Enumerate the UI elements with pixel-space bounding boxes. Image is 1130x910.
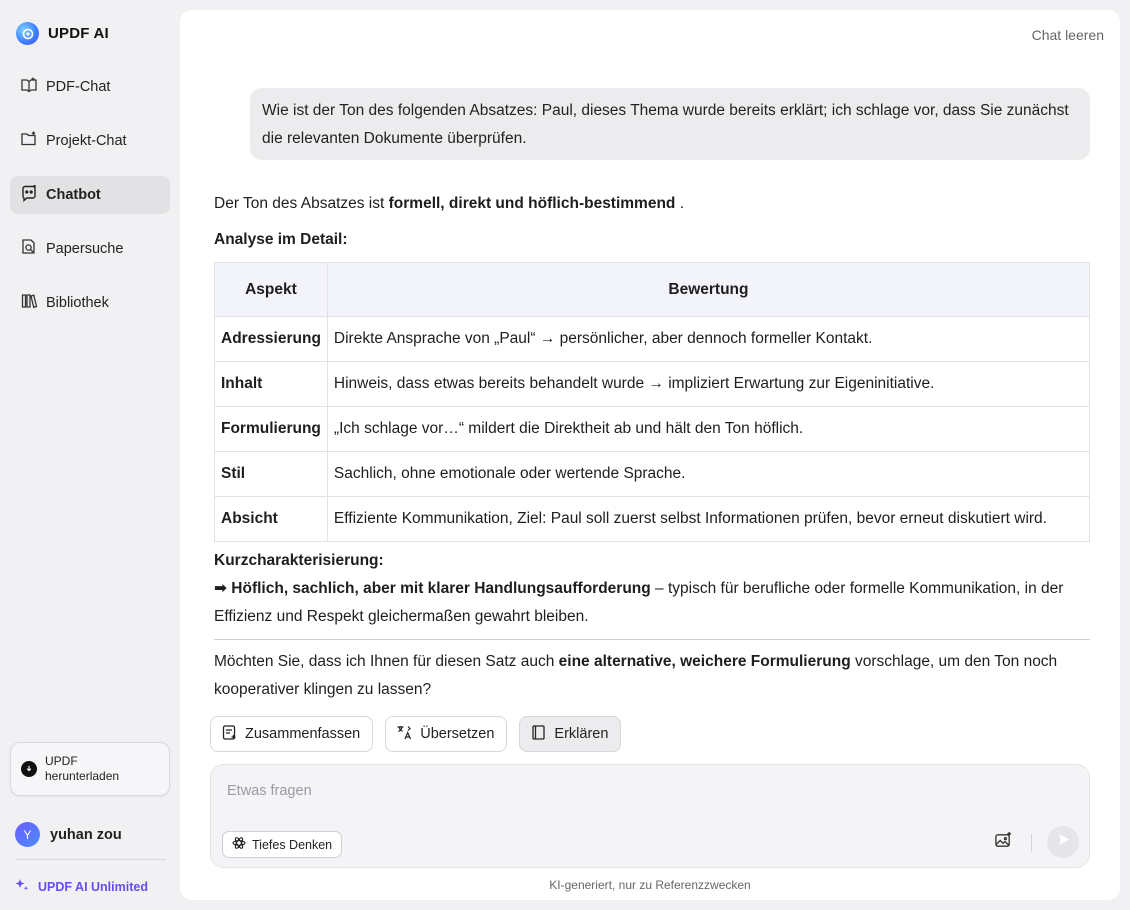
updf-logo-icon (16, 22, 39, 45)
composer-divider (1031, 834, 1032, 852)
table-row: Stil Sachlich, ohne emotionale oder wert… (214, 451, 1091, 497)
unlimited-label: UPDF AI Unlimited (38, 879, 148, 894)
download-label: UPDF herunterladen (45, 754, 120, 783)
rating-cell: „Ich schlage vor…“ mildert die Direkthei… (326, 406, 1091, 452)
book-open-icon (20, 76, 38, 98)
rating-cell: Sachlich, ohne emotionale oder wertende … (326, 451, 1091, 497)
avatar: Y (15, 822, 40, 847)
translate-icon (396, 724, 413, 745)
answer-lead: Der Ton des Absatzes ist formell, direkt… (214, 190, 1090, 218)
sidebar-item-label: Projekt-Chat (46, 133, 127, 149)
sidebar-divider (15, 859, 166, 860)
lead-end: . (675, 195, 685, 212)
user-message-bubble: Wie ist der Ton des folgenden Absatzes: … (250, 88, 1090, 160)
rating-cell: Direkte Ansprache von „Paul“ → persönlic… (326, 316, 1091, 362)
deep-think-toggle[interactable]: Tiefes Denken (222, 831, 343, 858)
sidebar-item-bibliothek[interactable]: Bibliothek (10, 284, 170, 322)
library-icon (20, 292, 38, 314)
table-row: Absicht Effiziente Kommunikation, Ziel: … (214, 496, 1091, 542)
follow-up-question: Möchten Sie, dass ich Ihnen für diesen S… (214, 648, 1090, 700)
table-header-row: Aspekt Bewertung (214, 262, 1091, 317)
send-icon (1056, 832, 1071, 852)
summary-bold: ➡ Höflich, sachlich, aber mit klarer Han… (214, 580, 651, 597)
sidebar-item-label: Chatbot (46, 187, 101, 203)
table-row: Formulierung „Ich schlage vor…“ mildert … (214, 406, 1091, 452)
book-icon (530, 724, 547, 745)
download-icon (21, 761, 37, 777)
answer-divider (214, 639, 1090, 640)
chat-panel: Chat leeren Wie ist der Ton des folgende… (180, 10, 1120, 900)
sidebar-nav: PDF-Chat Projekt-Chat Chatbot Papersuche… (10, 68, 170, 338)
explain-label: Erklären (554, 726, 609, 742)
aspect-cell: Stil (214, 451, 328, 497)
lead-bold: formell, direkt und höflich-bestimmend (388, 195, 676, 212)
sidebar-item-label: Papersuche (46, 241, 124, 257)
sidebar-item-projekt-chat[interactable]: Projekt-Chat (10, 122, 170, 160)
upgrade-unlimited-link[interactable]: UPDF AI Unlimited (14, 877, 148, 896)
summarize-button[interactable]: Zusammenfassen (210, 716, 374, 752)
chat-input[interactable] (227, 779, 987, 803)
brand-name: UPDF AI (48, 25, 109, 42)
translate-label: Übersetzen (420, 726, 495, 742)
question-bold: eine alternative, weichere Formulierung (558, 653, 851, 670)
image-upload-button[interactable] (991, 831, 1015, 855)
brand[interactable]: UPDF AI (16, 22, 109, 45)
assistant-answer: Der Ton des Absatzes ist formell, direkt… (214, 190, 1091, 700)
sidebar-item-label: PDF-Chat (46, 79, 111, 95)
sidebar-item-pdf-chat[interactable]: PDF-Chat (10, 68, 170, 106)
aspect-cell: Inhalt (214, 361, 328, 407)
summary-text: ➡ Höflich, sachlich, aber mit klarer Han… (214, 575, 1090, 631)
user-name: yuhan zou (50, 826, 122, 843)
translate-button[interactable]: Übersetzen (385, 716, 508, 752)
clear-chat-button[interactable]: Chat leeren (1032, 27, 1104, 43)
rating-cell: Effiziente Kommunikation, Ziel: Paul sol… (326, 496, 1091, 542)
quick-actions: Zusammenfassen Übersetzen Erklären (210, 716, 622, 752)
chatbot-icon (20, 184, 38, 206)
summarize-label: Zusammenfassen (245, 726, 361, 742)
detail-heading: Analyse im Detail: (214, 231, 348, 248)
rating-cell: Hinweis, dass etwas bereits behandelt wu… (326, 361, 1091, 407)
image-plus-icon (994, 831, 1013, 855)
analysis-table: Aspekt Bewertung Adressierung Direkte An… (214, 262, 1091, 542)
sidebar-item-chatbot[interactable]: Chatbot (10, 176, 170, 214)
paper-search-icon (20, 238, 38, 260)
summarize-icon (221, 724, 238, 745)
sidebar: UPDF AI PDF-Chat Projekt-Chat Chatbot Pa… (0, 0, 180, 910)
aspect-cell: Formulierung (214, 406, 328, 452)
aspect-cell: Adressierung (214, 316, 328, 362)
column-header-aspekt: Aspekt (214, 262, 328, 317)
aspect-cell: Absicht (214, 496, 328, 542)
sparkle-icon (14, 877, 30, 896)
table-row: Adressierung Direkte Ansprache von „Paul… (214, 316, 1091, 362)
question-start: Möchten Sie, dass ich Ihnen für diesen S… (214, 653, 559, 670)
chat-composer: Tiefes Denken (210, 764, 1090, 868)
table-row: Inhalt Hinweis, dass etwas bereits behan… (214, 361, 1091, 407)
deep-think-label: Tiefes Denken (252, 837, 333, 852)
lead-text: Der Ton des Absatzes ist (214, 195, 389, 212)
column-header-bewertung: Bewertung (326, 262, 1091, 317)
folder-plus-icon (20, 130, 38, 152)
sidebar-item-papersuche[interactable]: Papersuche (10, 230, 170, 268)
summary-heading: Kurzcharakterisierung: (214, 552, 384, 569)
sidebar-item-label: Bibliothek (46, 295, 109, 311)
download-updf-button[interactable]: UPDF herunterladen (10, 742, 170, 796)
atom-icon (232, 836, 246, 853)
ai-disclaimer: KI-generiert, nur zu Referenzzwecken (549, 878, 751, 892)
explain-button[interactable]: Erklären (519, 716, 622, 752)
user-profile[interactable]: Y yuhan zou (15, 822, 122, 847)
send-button[interactable] (1047, 826, 1079, 858)
